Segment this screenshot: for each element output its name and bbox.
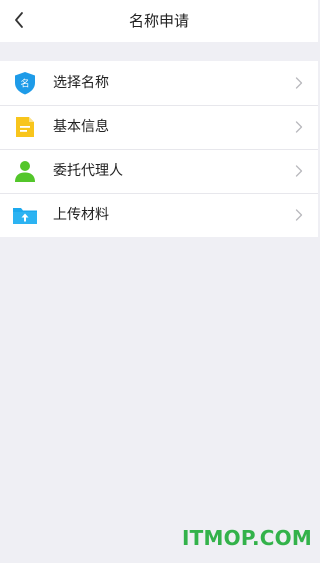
menu-list: 名 选择名称 基本信息 委托代理人 上传材料 — [0, 61, 318, 237]
chevron-left-icon — [15, 12, 23, 28]
name-badge-icon: 名 — [15, 72, 35, 95]
menu-item-label: 选择名称 — [53, 75, 109, 91]
chevron-right-icon — [295, 121, 303, 133]
chevron-right-icon — [295, 77, 303, 89]
menu-item-select-name[interactable]: 名 选择名称 — [0, 61, 318, 105]
menu-item-basic-info[interactable]: 基本信息 — [0, 105, 318, 149]
back-button[interactable] — [8, 7, 30, 33]
menu-item-label: 基本信息 — [53, 119, 109, 135]
upload-folder-icon — [13, 208, 37, 224]
menu-item-agent[interactable]: 委托代理人 — [0, 149, 318, 193]
chevron-right-icon — [295, 165, 303, 177]
page-title: 名称申请 — [128, 12, 189, 30]
menu-item-label: 委托代理人 — [53, 163, 123, 179]
menu-item-upload[interactable]: 上传材料 — [0, 193, 318, 237]
navigation-bar: 名称申请 — [0, 0, 318, 42]
name-badge-icon-text: 名 — [20, 78, 29, 90]
chevron-right-icon — [295, 209, 303, 221]
watermark: ITMOP.COM — [182, 526, 312, 550]
person-icon — [15, 161, 35, 182]
menu-item-label: 上传材料 — [53, 207, 109, 223]
document-icon — [16, 117, 34, 137]
